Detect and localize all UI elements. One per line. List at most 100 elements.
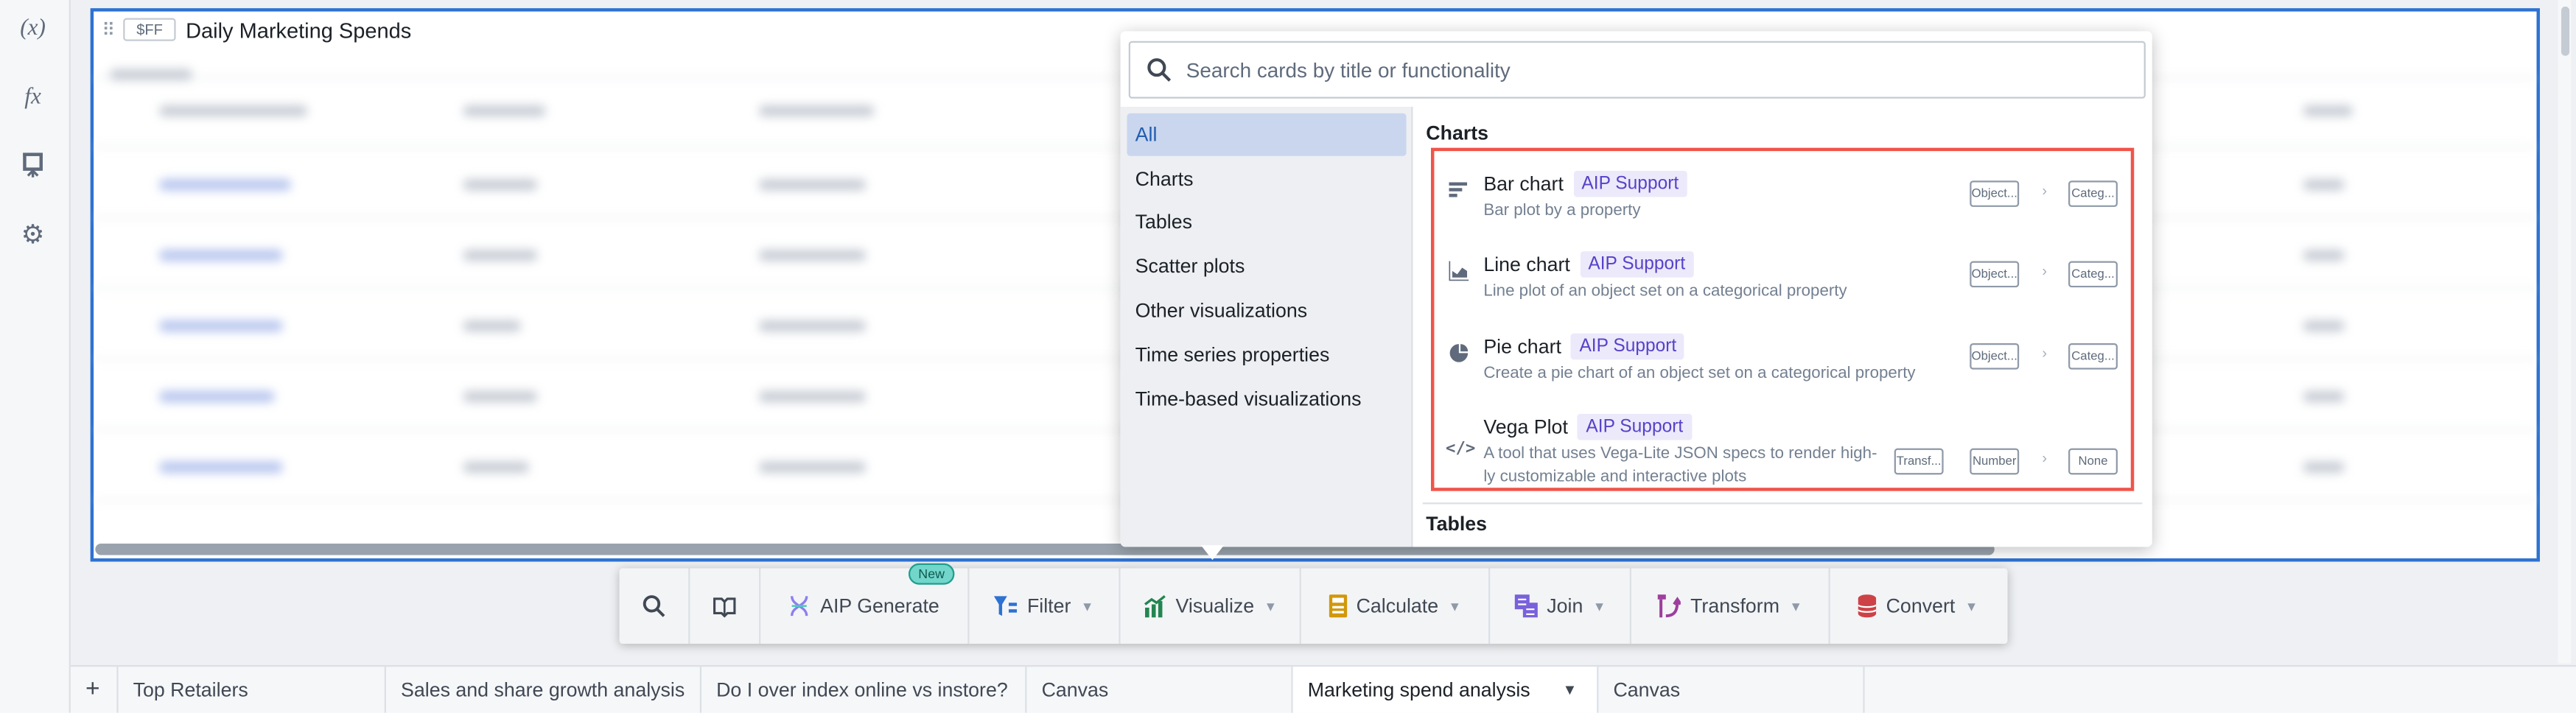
caret-down-icon: ▼ xyxy=(1448,598,1462,614)
button-label: Calculate xyxy=(1356,594,1439,618)
function-icon[interactable]: fx xyxy=(15,85,51,112)
input-chip: Object... xyxy=(1970,180,2020,207)
button-label: AIP Generate xyxy=(820,594,939,618)
database-icon xyxy=(1858,594,1877,618)
button-label: Join xyxy=(1547,594,1583,618)
input-chip: Object... xyxy=(1970,343,2020,370)
join-button[interactable]: Join ▼ xyxy=(1490,568,1631,644)
caret-down-icon: ▼ xyxy=(1080,598,1094,614)
code-icon: </> xyxy=(1446,440,1476,459)
visualize-button[interactable]: Visualize ▼ xyxy=(1121,568,1301,644)
category-scatter-plots[interactable]: Scatter plots xyxy=(1127,245,1407,287)
caret-down-icon: ▼ xyxy=(1264,598,1278,614)
caret-down-icon[interactable]: ▼ xyxy=(1563,667,1578,712)
aip-support-badge: AIP Support xyxy=(1580,251,1694,278)
card-item-bar-chart[interactable]: Bar chart AIP Support Bar plot by a prope… xyxy=(1434,170,2130,250)
input-chip: Transf... xyxy=(1894,448,1944,475)
item-description: A tool that uses Vega-Lite JSON specs to… xyxy=(1483,445,1877,486)
aip-support-badge: AIP Support xyxy=(1571,333,1685,360)
tab-canvas-1[interactable]: Canvas xyxy=(1027,667,1293,713)
convert-button[interactable]: Convert ▼ xyxy=(1830,568,2006,644)
section-divider xyxy=(1422,502,2143,505)
button-label: Visualize xyxy=(1175,594,1255,618)
transform-button[interactable]: Transform ▼ xyxy=(1631,568,1830,644)
tab-label: Marketing spend analysis xyxy=(1307,678,1530,702)
page-tabs: + Top Retailers Sales and share growth a… xyxy=(70,664,2576,713)
input-chip: Number xyxy=(1970,448,2020,475)
tab-canvas-2[interactable]: Canvas xyxy=(1598,667,1865,713)
line-chart-icon xyxy=(1446,261,1472,286)
book-button[interactable] xyxy=(690,568,761,644)
aip-icon xyxy=(791,596,808,617)
caret-down-icon: ▼ xyxy=(1789,598,1803,614)
caret-down-icon: ▼ xyxy=(1964,598,1978,614)
gear-icon[interactable]: ⚙ xyxy=(15,219,51,252)
category-other-visualizations[interactable]: Other visualizations xyxy=(1127,289,1407,331)
item-description: Line plot of an object set on a categori… xyxy=(1483,282,1847,301)
button-label: Filter xyxy=(1026,594,1071,618)
category-nav: All Charts Tables Scatter plots Other vi… xyxy=(1120,106,1413,547)
card-header: ⠿ $FF Daily Marketing Spends xyxy=(102,13,411,46)
search-placeholder: Search cards by title or functionality xyxy=(1186,58,1511,82)
output-chip: Categ... xyxy=(2068,180,2118,207)
highlight-box: Bar chart AIP Support Bar plot by a prope… xyxy=(1430,147,2135,491)
popover-arrow xyxy=(1200,545,1225,561)
aip-support-badge: AIP Support xyxy=(1573,170,1687,197)
action-toolbar: New AIP Generate Filter ▼ Visualize ▼ Calc… xyxy=(619,563,2008,644)
calculator-icon xyxy=(1328,594,1347,618)
aip-support-badge: AIP Support xyxy=(1578,413,1692,440)
caret-down-icon: ▼ xyxy=(1592,598,1606,614)
vertical-scrollbar[interactable] xyxy=(2558,0,2572,664)
item-description: Create a pie chart of an object set on a… xyxy=(1483,364,1916,383)
transform-icon xyxy=(1657,594,1681,618)
card-title: Daily Marketing Spends xyxy=(186,17,412,42)
category-tables[interactable]: Tables xyxy=(1127,200,1407,243)
button-label: Transform xyxy=(1690,594,1780,618)
chevron-right-icon: › xyxy=(2042,262,2048,280)
input-chip: Object... xyxy=(1970,261,2020,288)
section-heading-tables: Tables xyxy=(1426,512,1488,535)
aip-generate-button[interactable]: New AIP Generate xyxy=(760,563,970,644)
filter-button[interactable]: Filter ▼ xyxy=(969,568,1121,644)
button-label: Convert xyxy=(1886,594,1956,618)
category-time-based-visualizations[interactable]: Time-based visualizations xyxy=(1127,378,1407,421)
left-sidebar: (x) fx ⚙ xyxy=(0,0,71,713)
search-input[interactable]: Search cards by title or functionality xyxy=(1128,41,2146,99)
tab-sales-share-growth[interactable]: Sales and share growth analysis xyxy=(386,667,702,713)
category-all[interactable]: All xyxy=(1127,113,1407,156)
item-title: Pie chart xyxy=(1483,334,1561,359)
visualize-icon xyxy=(1144,595,1165,618)
chevron-right-icon: › xyxy=(2042,449,2048,467)
drag-handle-icon[interactable]: ⠿ xyxy=(102,19,115,41)
search-icon xyxy=(1147,58,1172,82)
tab-over-index[interactable]: Do I over index online vs instore? xyxy=(701,667,1027,713)
card-picker-popover: Search cards by title or functionality A… xyxy=(1120,31,2152,547)
category-charts[interactable]: Charts xyxy=(1127,158,1407,200)
tab-marketing-spend-analysis[interactable]: Marketing spend analysis ▼ xyxy=(1292,667,1599,713)
bar-chart-icon xyxy=(1446,180,1472,205)
card-item-vega-plot[interactable]: </> Vega Plot AIP Support A tool that use… xyxy=(1434,413,2130,488)
item-description: Bar plot by a property xyxy=(1483,202,1641,220)
calculate-button[interactable]: Calculate ▼ xyxy=(1301,568,1491,644)
card-list: Charts Bar chart AIP Support Bar plot by … xyxy=(1415,107,2152,547)
book-icon xyxy=(713,597,736,618)
output-chip: None xyxy=(2068,448,2118,475)
pie-chart-icon xyxy=(1446,343,1472,368)
card-item-pie-chart[interactable]: Pie chart AIP Support Create a pie chart … xyxy=(1434,333,2130,412)
tab-top-retailers[interactable]: Top Retailers xyxy=(119,667,386,713)
section-heading-charts: Charts xyxy=(1426,121,1489,145)
presentation-icon[interactable] xyxy=(15,152,51,187)
variable-icon[interactable]: (x) xyxy=(15,16,51,43)
search-icon xyxy=(643,595,665,617)
output-chip: Categ... xyxy=(2068,343,2118,370)
card-badge: $FF xyxy=(123,18,176,41)
chevron-right-icon: › xyxy=(2042,182,2048,199)
card-item-line-chart[interactable]: Line chart AIP Support Line plot of an ob… xyxy=(1434,251,2130,330)
item-title: Line chart xyxy=(1483,253,1570,276)
search-button[interactable] xyxy=(620,568,690,644)
join-icon xyxy=(1513,594,1537,618)
item-title: Bar chart xyxy=(1483,172,1564,196)
item-title: Vega Plot xyxy=(1483,415,1568,439)
category-time-series-properties[interactable]: Time series properties xyxy=(1127,334,1407,376)
add-tab-button[interactable]: + xyxy=(71,667,119,713)
